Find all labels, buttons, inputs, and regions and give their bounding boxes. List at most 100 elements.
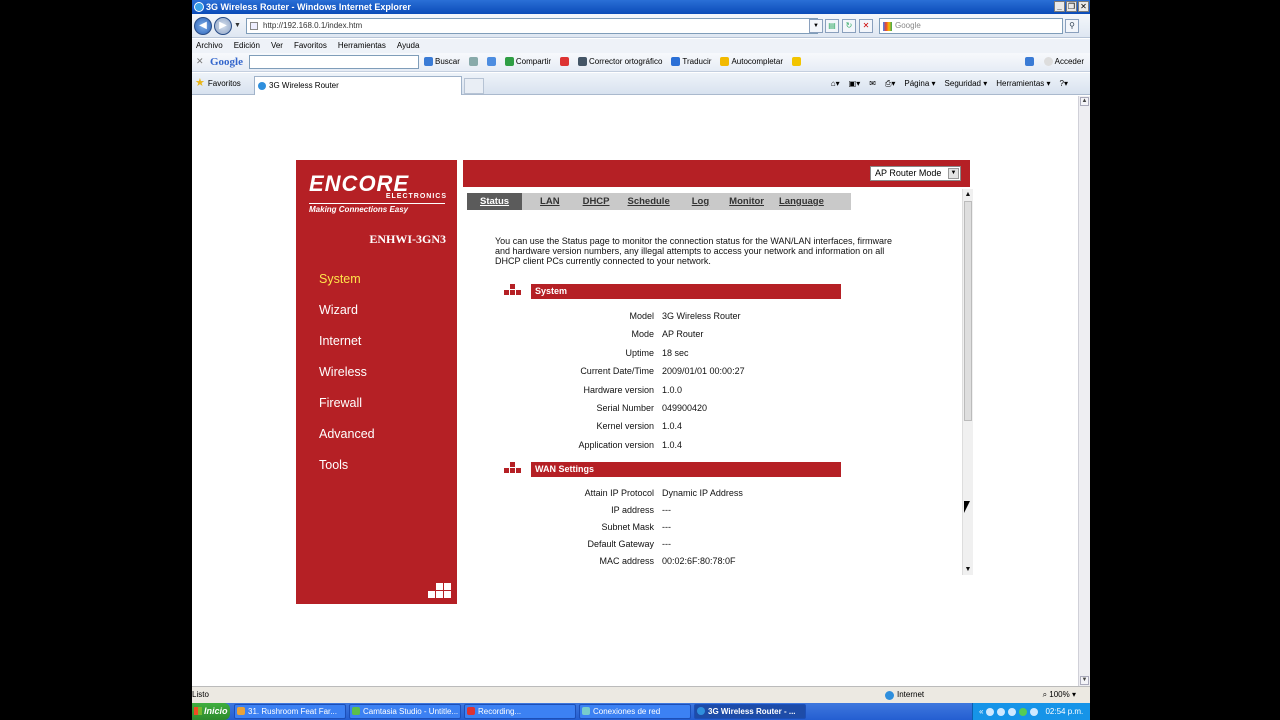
wan-section-header: WAN Settings bbox=[504, 462, 841, 477]
scroll-thumb[interactable] bbox=[964, 201, 972, 421]
google-toolbar-search-input[interactable] bbox=[249, 55, 419, 69]
nav-wizard[interactable]: Wizard bbox=[319, 303, 375, 334]
browser-scrollbar[interactable]: ▲ ▼ bbox=[1078, 96, 1090, 686]
traducir-button[interactable]: Traducir bbox=[671, 57, 711, 66]
status-bar: Listo Internet ⌕ 100% ▾ bbox=[192, 686, 1090, 703]
tray-icon[interactable] bbox=[1019, 707, 1028, 716]
tray-icon[interactable] bbox=[1030, 707, 1039, 716]
table-row: Subnet Mask --- bbox=[492, 522, 872, 539]
tray-expand-icon[interactable]: « bbox=[979, 703, 983, 720]
row-key: Attain IP Protocol bbox=[584, 488, 654, 498]
router-top-bar: AP Router Mode ▼ bbox=[463, 160, 970, 187]
pagina-menu[interactable]: Página ▾ bbox=[904, 79, 935, 89]
task-network-connections[interactable]: Conexiones de red bbox=[579, 704, 691, 719]
nav-advanced[interactable]: Advanced bbox=[319, 427, 375, 458]
feeds-icon[interactable]: ▣▾ bbox=[849, 79, 861, 89]
scroll-up-icon[interactable]: ▲ bbox=[963, 190, 973, 199]
menu-ayuda[interactable]: Ayuda bbox=[397, 39, 420, 53]
back-button[interactable]: ◀ bbox=[194, 17, 212, 35]
search-placeholder: Google bbox=[895, 21, 921, 30]
mail-icon[interactable]: ✉ bbox=[869, 79, 876, 89]
highlight-button[interactable] bbox=[792, 57, 802, 66]
scroll-down-icon[interactable]: ▼ bbox=[1080, 676, 1089, 685]
table-row: Serial Number 049900420 bbox=[492, 403, 872, 421]
row-value: 1.0.4 bbox=[662, 421, 683, 432]
menu-herramientas[interactable]: Herramientas bbox=[338, 39, 386, 53]
plus-button[interactable] bbox=[486, 57, 496, 66]
search-input[interactable]: Google bbox=[879, 18, 1063, 34]
start-label: Inicio bbox=[204, 706, 228, 716]
popup-blocker-button[interactable] bbox=[560, 57, 570, 66]
seguridad-menu[interactable]: Seguridad ▾ bbox=[945, 79, 988, 89]
tab-lan[interactable]: LAN bbox=[522, 193, 560, 210]
close-window-button[interactable]: ✕ bbox=[1078, 1, 1089, 12]
scroll-up-icon[interactable]: ▲ bbox=[1080, 97, 1089, 106]
row-value: AP Router bbox=[662, 329, 704, 340]
minimize-button[interactable]: _ bbox=[1054, 1, 1065, 12]
nav-internet[interactable]: Internet bbox=[319, 334, 375, 365]
table-row: Application version 1.0.4 bbox=[492, 440, 872, 458]
close-toolbar-icon[interactable]: ✕ bbox=[196, 56, 204, 67]
tab-schedule[interactable]: Schedule bbox=[610, 193, 670, 210]
start-button[interactable]: Inicio bbox=[192, 703, 230, 720]
address-dropdown-icon[interactable]: ▼ bbox=[809, 19, 823, 33]
menu-favoritos[interactable]: Favoritos bbox=[294, 39, 327, 53]
task-label: Conexiones de red bbox=[593, 707, 661, 716]
mode-select[interactable]: AP Router Mode ▼ bbox=[870, 166, 961, 181]
print-icon[interactable]: ⎙▾ bbox=[885, 79, 895, 89]
forward-button[interactable]: ▶ bbox=[214, 17, 232, 35]
help-icon[interactable]: ?▾ bbox=[1060, 79, 1068, 89]
task-media-player[interactable]: 31. Rushroom Feat Far... bbox=[234, 704, 346, 719]
windows-flag-icon bbox=[194, 707, 202, 715]
tray-icon[interactable] bbox=[1008, 707, 1017, 716]
tab-language[interactable]: Language bbox=[764, 193, 824, 210]
spellcheck-icon bbox=[578, 57, 588, 66]
tab-monitor[interactable]: Monitor bbox=[709, 193, 764, 210]
task-3g-wireless-router[interactable]: 3G Wireless Router - ... bbox=[694, 704, 806, 719]
tab-status[interactable]: Status bbox=[467, 193, 523, 210]
table-row: Current Date/Time 2009/01/01 00:00:27 bbox=[492, 366, 872, 384]
tab-3g-wireless-router[interactable]: 3G Wireless Router bbox=[254, 76, 462, 95]
row-key: Serial Number bbox=[596, 402, 654, 413]
stop-icon[interactable]: ✕ bbox=[859, 19, 873, 33]
content-scrollbar[interactable]: ▲ ▼ bbox=[962, 189, 973, 575]
table-row: Default Gateway --- bbox=[492, 539, 872, 556]
spellcheck-button[interactable]: Corrector ortográfico bbox=[578, 57, 662, 66]
scroll-down-icon[interactable]: ▼ bbox=[963, 565, 973, 574]
buscar-button[interactable]: Buscar bbox=[424, 57, 460, 66]
maximize-button[interactable]: ❐ bbox=[1066, 1, 1077, 12]
nav-tools[interactable]: Tools bbox=[319, 458, 375, 489]
task-camtasia[interactable]: Camtasia Studio - Untitle... bbox=[349, 704, 461, 719]
screen: 3G Wireless Router - Windows Internet Ex… bbox=[192, 0, 1090, 720]
wrench-button[interactable] bbox=[1024, 57, 1034, 66]
row-key: Hardware version bbox=[583, 384, 654, 395]
task-recording[interactable]: Recording... bbox=[464, 704, 576, 719]
zoom-level[interactable]: ⌕ 100% ▾ bbox=[1043, 687, 1076, 703]
acceder-button[interactable]: Acceder bbox=[1043, 57, 1084, 66]
herramientas-menu[interactable]: Herramientas ▾ bbox=[996, 79, 1050, 89]
menu-ver[interactable]: Ver bbox=[271, 39, 283, 53]
compat-view-icon[interactable]: ▤ bbox=[825, 19, 839, 33]
page-tools-button[interactable] bbox=[468, 57, 478, 66]
address-bar[interactable]: http://192.168.0.1/index.htm bbox=[246, 18, 818, 34]
autocompletar-button[interactable]: Autocompletar bbox=[720, 57, 783, 66]
history-dropdown-icon[interactable]: ▼ bbox=[234, 22, 241, 29]
search-icon[interactable]: ⚲ bbox=[1065, 19, 1079, 33]
home-icon[interactable]: ⌂▾ bbox=[831, 79, 840, 89]
new-tab-button[interactable] bbox=[464, 78, 484, 94]
tab-log[interactable]: Log bbox=[670, 193, 709, 210]
nav-firewall[interactable]: Firewall bbox=[319, 396, 375, 427]
favorites-button[interactable]: ★ Favoritos bbox=[195, 78, 241, 89]
brand-name: ENCORE bbox=[309, 171, 410, 196]
popup-blocker-icon bbox=[560, 57, 570, 66]
menu-edicion[interactable]: Edición bbox=[234, 39, 260, 53]
translate-icon bbox=[671, 57, 681, 66]
compartir-button[interactable]: Compartir bbox=[504, 57, 551, 66]
tray-icon[interactable] bbox=[997, 707, 1006, 716]
nav-wireless[interactable]: Wireless bbox=[319, 365, 375, 396]
menu-archivo[interactable]: Archivo bbox=[196, 39, 223, 53]
nav-system[interactable]: System bbox=[319, 272, 375, 303]
tray-icon[interactable] bbox=[986, 707, 995, 716]
tab-dhcp[interactable]: DHCP bbox=[560, 193, 610, 210]
refresh-icon[interactable]: ↻ bbox=[842, 19, 856, 33]
